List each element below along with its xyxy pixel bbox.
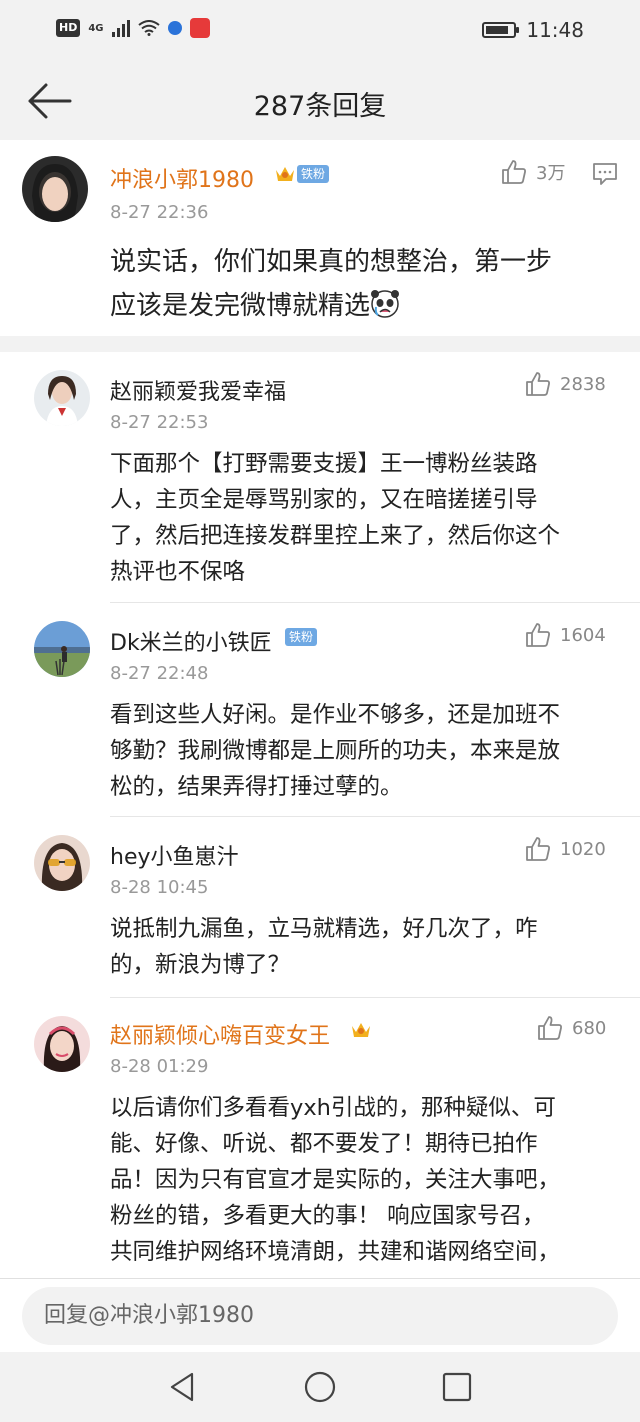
comment-line: 能、好像、听说、都不要发了！期待已拍作 [110, 1131, 538, 1157]
like-button[interactable]: 1020 [524, 835, 606, 863]
status-left: HD 4G [56, 18, 210, 38]
fan-badge: 铁粉 [297, 165, 330, 183]
thumb-up-icon [526, 837, 550, 861]
avatar[interactable] [34, 370, 90, 426]
comment-icon[interactable] [592, 162, 618, 186]
username[interactable]: 冲浪小郭1980 [110, 162, 254, 194]
system-navigation [0, 1352, 640, 1422]
comment-line: 了，然后把连接发群里控上来了，然后你这个 [110, 523, 561, 549]
page-title: 287条回复 [253, 91, 387, 122]
comment-line: 以后请你们多看看yxh引战的，那种疑似、可 [110, 1095, 556, 1121]
timestamp: 8-27 22:48 [110, 663, 209, 684]
comment-line: 品！因为只有官宣才是实际的，关注大事吧， [110, 1167, 561, 1193]
list-item: hey小鱼崽汁 8-28 10:45 1020 说抵制九漏鱼，立马就精选，好几次… [0, 817, 640, 998]
panda-emoji-icon [371, 290, 400, 318]
huawei-app-icon [189, 18, 210, 38]
like-button[interactable]: 3万 [500, 158, 565, 186]
comment-text: 说抵制九漏鱼，立马就精选，好几次了，咋 的，新浪为博了？ [110, 911, 538, 983]
avatar[interactable] [34, 621, 90, 677]
crown-icon [352, 1023, 370, 1037]
comment-line: 说抵制九漏鱼，立马就精选，好几次了，咋 [110, 916, 538, 942]
status-right: 11:48 [482, 18, 584, 42]
like-button[interactable]: 680 [536, 1014, 606, 1042]
status-bar: HD 4G 11:48 [0, 0, 640, 62]
list-item: 赵丽颖爱我爱幸福 8-27 22:53 2838 下面那个【打野需要支援】王一博… [0, 352, 640, 603]
timestamp: 8-28 10:45 [110, 877, 209, 898]
like-count: 2838 [560, 373, 606, 395]
comment-text: 说实话，你们如果真的想整治，第一步 应该是发完微博就精选 [110, 240, 552, 328]
avatar[interactable] [34, 1016, 90, 1072]
username[interactable]: 赵丽颖倾心嗨百变女王 [110, 1018, 330, 1050]
thumb-up-icon [502, 160, 526, 184]
username[interactable]: Dk米兰的小铁匠 [110, 625, 272, 657]
navigation-bar: 287条回复 [0, 62, 640, 141]
comment-line: 热评也不保咯 [110, 559, 246, 585]
comment-line: 说实话，你们如果真的想整治，第一步 [110, 247, 553, 277]
like-count: 1020 [560, 838, 606, 860]
comment-line: 够勤？我刷微博都是上厕所的功夫，本来是放 [110, 738, 561, 764]
timestamp: 8-27 22:53 [110, 412, 209, 433]
signal-icon [111, 19, 130, 37]
comment-line: 松的，结果弄得打捶过孽的。 [110, 774, 403, 800]
list-item: Dk米兰的小铁匠 铁粉 8-27 22:48 1604 看到这些人好闲。是作业不… [0, 603, 640, 817]
comment-line: 人，主页全是辱骂别家的，又在暗搓搓引导 [110, 487, 538, 513]
comment-line: 粉丝的错，多看更大的事！ 响应国家号召， [110, 1203, 545, 1229]
comment-text: 看到这些人好闲。是作业不够多，还是加班不 够勤？我刷微博都是上厕所的功夫，本来是… [110, 697, 560, 805]
reply-list: 赵丽颖爱我爱幸福 8-27 22:53 2838 下面那个【打野需要支援】王一博… [0, 352, 640, 1278]
like-count: 680 [572, 1017, 607, 1039]
username[interactable]: 赵丽颖爱我爱幸福 [110, 374, 286, 406]
comment-line: 共同维护网络环境清朗，共建和谐网络空间， [110, 1239, 561, 1265]
nav-home-icon[interactable] [303, 1370, 337, 1404]
fan-badge: 铁粉 [285, 628, 318, 646]
thumb-up-icon [526, 623, 550, 647]
comment-line: 看到这些人好闲。是作业不够多，还是加班不 [110, 702, 561, 728]
thumb-up-icon [526, 372, 550, 396]
nav-recents-icon[interactable] [440, 1370, 474, 1404]
like-count: 3万 [536, 163, 566, 184]
battery-icon [482, 22, 520, 38]
nav-back-icon[interactable] [166, 1370, 200, 1404]
comment-text: 下面那个【打野需要支援】王一博粉丝装路 人，主页全是辱骂别家的，又在暗搓搓引导 … [110, 446, 560, 590]
comment-line: 下面那个【打野需要支援】王一博粉丝装路 [110, 451, 538, 477]
avatar[interactable] [22, 156, 88, 222]
hd-badge: HD [56, 19, 81, 37]
reply-bar: 回复@冲浪小郭1980 [0, 1278, 640, 1353]
comment-text: 以后请你们多看看yxh引战的，那种疑似、可 能、好像、听说、都不要发了！期待已拍… [110, 1090, 560, 1270]
wifi-icon [137, 20, 160, 36]
comment-line: 的，新浪为博了？ [110, 952, 291, 978]
main-comment: 冲浪小郭1980 铁粉 8-27 22:36 3万 说实话，你们如果真的想整治，… [0, 140, 640, 336]
list-item: 赵丽颖倾心嗨百变女王 8-28 01:29 680 以后请你们多看看yxh引战的… [0, 998, 640, 1278]
like-count: 1604 [560, 624, 606, 646]
network-type: 4G [88, 22, 104, 34]
crown-icon [276, 167, 294, 181]
username[interactable]: hey小鱼崽汁 [110, 839, 239, 871]
avatar[interactable] [34, 835, 90, 891]
timestamp: 8-28 01:29 [110, 1056, 209, 1077]
like-button[interactable]: 1604 [524, 621, 606, 649]
comment-line-with-emoji: 应该是发完微博就精选 [110, 284, 552, 328]
reply-input[interactable]: 回复@冲浪小郭1980 [22, 1287, 618, 1345]
clock: 11:48 [526, 18, 584, 42]
timestamp: 8-27 22:36 [110, 202, 209, 223]
app-notification-icon [167, 21, 182, 35]
thumb-up-icon [538, 1016, 562, 1040]
like-button[interactable]: 2838 [524, 370, 606, 398]
comment-line: 应该是发完微博就精选 [110, 291, 371, 321]
